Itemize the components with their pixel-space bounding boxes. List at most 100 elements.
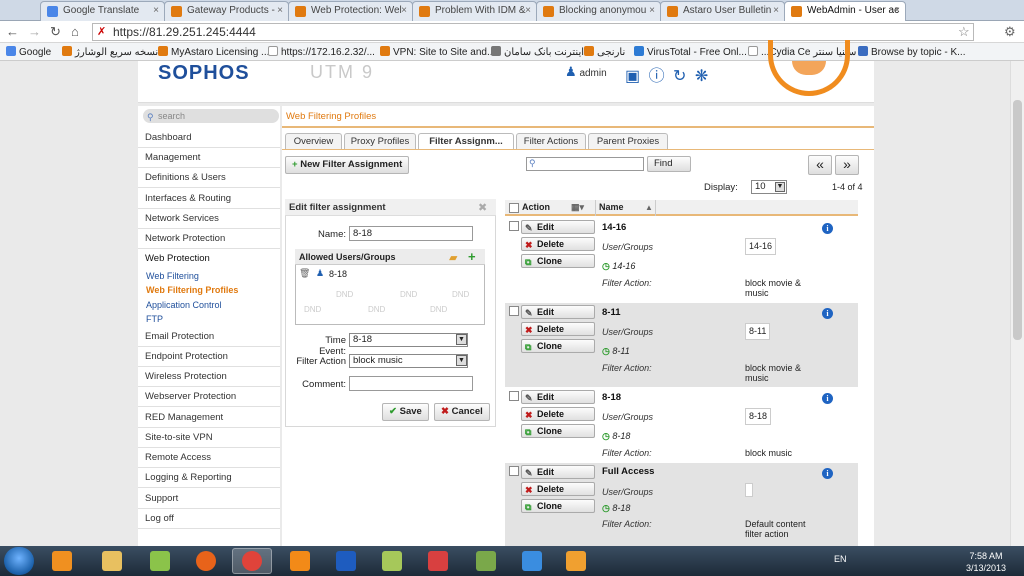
close-icon[interactable]: ✖: [478, 201, 487, 214]
star-icon[interactable]: ☆: [958, 24, 970, 40]
notes-icon[interactable]: ▣: [625, 68, 640, 85]
sidebar-search-input[interactable]: ⚲ search: [143, 109, 279, 123]
sidebar-item-interfaces[interactable]: Interfaces & Routing: [138, 189, 280, 209]
new-filter-assignment-button[interactable]: + New Filter Assignment: [285, 156, 410, 174]
delete-button[interactable]: ✖ Delete: [521, 482, 595, 496]
close-icon[interactable]: ×: [525, 5, 531, 16]
bookmark[interactable]: VPN: Site to Site and...: [380, 46, 495, 58]
row-checkbox[interactable]: [509, 466, 519, 476]
dictionary-icon[interactable]: [428, 551, 448, 571]
sidebar-item-dashboard[interactable]: Dashboard: [138, 128, 280, 148]
bookmark[interactable]: VirusTotal - Free Onl...: [634, 46, 747, 58]
name-field[interactable]: [349, 226, 473, 241]
clock[interactable]: 7:58 AM 3/13/2013: [964, 550, 1008, 574]
start-button[interactable]: [4, 547, 34, 575]
sidebar-item-remote-access[interactable]: Remote Access: [138, 448, 280, 468]
browser-tab[interactable]: Blocking anonymou ×: [536, 1, 661, 21]
close-icon[interactable]: ×: [773, 5, 779, 16]
sidebar-item-definitions[interactable]: Definitions & Users: [138, 168, 280, 188]
forward-icon[interactable]: →: [28, 24, 41, 39]
sort-dropdown-icon[interactable]: ▦▾: [571, 200, 584, 215]
outlook-icon[interactable]: [566, 551, 586, 571]
sidebar-sub-application-control[interactable]: Application Control: [146, 300, 222, 310]
row-checkbox[interactable]: [509, 221, 519, 231]
browser-tab[interactable]: Web Protection: Wel ×: [288, 1, 413, 21]
help-icon[interactable]: ⓘ: [649, 68, 665, 85]
delete-button[interactable]: ✖ Delete: [521, 322, 595, 336]
delete-button[interactable]: ✖ Delete: [521, 407, 595, 421]
tab-parent-proxies[interactable]: Parent Proxies: [588, 133, 668, 149]
tab-overview[interactable]: Overview: [285, 133, 342, 149]
app-icon[interactable]: [476, 551, 496, 571]
comment-field[interactable]: [349, 376, 473, 391]
clone-button[interactable]: ⧉ Clone: [521, 499, 595, 513]
clone-button[interactable]: ⧉ Clone: [521, 339, 595, 353]
sidebar-item-site-to-site[interactable]: Site-to-site VPN: [138, 428, 280, 448]
select-all-checkbox[interactable]: [509, 203, 519, 213]
sidebar-item-web-protection[interactable]: Web Protection: [138, 249, 280, 269]
bookmark[interactable]: Browse by topic - K...: [858, 46, 965, 58]
plus-icon[interactable]: +: [468, 249, 476, 264]
sidebar-item-logoff[interactable]: Log off: [138, 509, 280, 529]
browser-tab[interactable]: Google Translate ×: [40, 1, 165, 21]
clone-button[interactable]: ⧉ Clone: [521, 424, 595, 438]
col-name[interactable]: Name: [599, 200, 624, 215]
reload-icon[interactable]: ↻: [50, 24, 61, 40]
next-page-button[interactable]: »: [835, 155, 859, 175]
bookmark[interactable]: نارنجی: [584, 46, 625, 58]
edit-button[interactable]: ✎ Edit: [521, 305, 595, 319]
url-input[interactable]: [92, 23, 974, 41]
folder-icon[interactable]: ▰: [449, 251, 457, 264]
list-item[interactable]: 🗑 ♟ 8-18: [297, 268, 483, 281]
row-checkbox[interactable]: [509, 391, 519, 401]
info-icon[interactable]: i: [822, 308, 833, 319]
close-icon[interactable]: ×: [649, 5, 655, 16]
tab-filter-actions[interactable]: Filter Actions: [516, 133, 586, 149]
sidebar-item-logging[interactable]: Logging & Reporting: [138, 468, 280, 488]
language-indicator[interactable]: EN: [834, 554, 847, 564]
time-event-select[interactable]: 8-18: [349, 333, 468, 347]
wrench-icon[interactable]: ⚙: [1004, 24, 1016, 40]
edit-button[interactable]: ✎ Edit: [521, 465, 595, 479]
sort-asc-icon[interactable]: ▲: [645, 200, 653, 215]
bookmark[interactable]: نسخه سریع الوشارژ: [62, 46, 158, 58]
filter-action-select[interactable]: block music: [349, 354, 468, 368]
edit-button[interactable]: ✎ Edit: [521, 220, 595, 234]
cancel-button[interactable]: ✖ Cancel: [434, 403, 490, 421]
folder-icon[interactable]: [102, 551, 122, 571]
sidebar-item-wireless[interactable]: Wireless Protection: [138, 367, 280, 387]
tab-proxy-profiles[interactable]: Proxy Profiles: [344, 133, 416, 149]
sidebar-sub-web-filtering-profiles[interactable]: Web Filtering Profiles: [146, 285, 238, 295]
sidebar-item-network-services[interactable]: Network Services: [138, 209, 280, 229]
sidebar-item-network-protection[interactable]: Network Protection: [138, 229, 280, 249]
app-icon[interactable]: [150, 551, 170, 571]
edit-button[interactable]: ✎ Edit: [521, 390, 595, 404]
bookmark[interactable]: MyAstaro Licensing ...: [158, 46, 269, 58]
home-icon[interactable]: ⌂: [71, 24, 79, 39]
sidebar-item-endpoint[interactable]: Endpoint Protection: [138, 347, 280, 367]
close-icon[interactable]: ×: [153, 5, 159, 16]
browser-tab[interactable]: Problem With IDM & ×: [412, 1, 537, 21]
sidebar-item-management[interactable]: Management: [138, 148, 280, 168]
delete-button[interactable]: ✖ Delete: [521, 237, 595, 251]
search-input[interactable]: [526, 157, 644, 171]
tab-filter-assignments[interactable]: Filter Assignm...: [418, 133, 514, 150]
bookmark[interactable]: اینترنت بانک سامان: [491, 46, 584, 58]
user-info[interactable]: ♟ admin: [565, 64, 607, 80]
firefox-icon[interactable]: [196, 551, 216, 571]
back-icon[interactable]: ←: [6, 24, 19, 39]
trash-icon[interactable]: 🗑: [299, 268, 310, 279]
prev-page-button[interactable]: «: [808, 155, 832, 175]
sidebar-sub-ftp[interactable]: FTP: [146, 314, 163, 324]
notes-icon[interactable]: [382, 551, 402, 571]
info-icon[interactable]: i: [822, 393, 833, 404]
chevron-down-icon[interactable]: ▼: [456, 334, 467, 345]
bookmark[interactable]: https://172.16.2.32/...: [268, 46, 375, 58]
info-icon[interactable]: i: [822, 223, 833, 234]
chevron-down-icon[interactable]: ▼: [775, 182, 785, 192]
scrollbar-thumb[interactable]: [1013, 100, 1022, 340]
close-icon[interactable]: ×: [894, 5, 900, 16]
sidebar-item-support[interactable]: Support: [138, 489, 280, 509]
vlc-icon[interactable]: [290, 551, 310, 571]
window-icon[interactable]: [522, 551, 542, 571]
